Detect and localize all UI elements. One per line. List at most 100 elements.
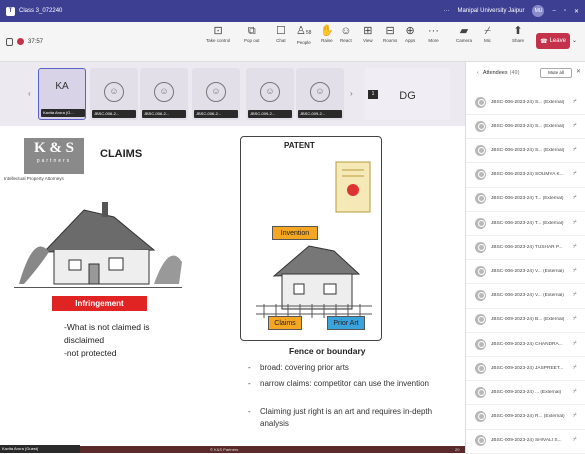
view-button[interactable]: ⊞ View bbox=[363, 25, 373, 43]
person-icon: ☺ bbox=[206, 82, 226, 102]
chevron-left-icon[interactable]: ‹ bbox=[28, 89, 31, 98]
view-label: View bbox=[363, 38, 373, 43]
mic-off-icon: ⌿ bbox=[484, 25, 491, 37]
attendee-name: JBSC-009-2023-24) R... (External) bbox=[491, 414, 565, 420]
attendee-row[interactable]: JBSC-009-2023-24) SHIVALI S... ⌿ bbox=[466, 429, 585, 454]
rooms-icon: ⊟ bbox=[385, 25, 395, 37]
rooms-label: Rooms bbox=[383, 38, 398, 43]
participant-tile[interactable]: ☺ JBSC-006-2... bbox=[140, 68, 188, 120]
chevron-down-icon[interactable]: ⌄ bbox=[572, 37, 577, 44]
participant-tile-dg[interactable]: DG 1 bbox=[365, 68, 450, 120]
bullet-item: - Claiming just right is an art and requi… bbox=[248, 406, 448, 430]
take-control-label: Take control bbox=[206, 38, 231, 43]
recording-indicator: 37:57 bbox=[6, 37, 43, 46]
participant-tile[interactable]: ☺ JBSC-009-2... bbox=[296, 68, 344, 120]
record-icon bbox=[17, 38, 24, 45]
attendee-name: JBSC-009-2023-24) SHIVALI S... bbox=[491, 438, 562, 444]
person-icon bbox=[475, 217, 486, 229]
chevron-right-icon[interactable]: › bbox=[350, 89, 353, 98]
person-icon bbox=[475, 241, 486, 253]
person-icon bbox=[475, 386, 486, 398]
window-title-text: Class 3_072240 bbox=[19, 8, 63, 14]
attendee-row[interactable]: JBSC-006-2023-24) V... (External) ⌿ bbox=[466, 284, 585, 309]
close-button[interactable]: ✕ bbox=[574, 8, 579, 15]
attendee-row[interactable]: JBSC-006-2023-24) SOUMYA K... ⌿ bbox=[466, 163, 585, 188]
phone-icon: ☎ bbox=[540, 38, 548, 45]
attendee-row[interactable]: JBSC-006-2023-24) V... (External) ⌿ bbox=[466, 259, 585, 285]
minimize-button[interactable]: – bbox=[552, 8, 555, 14]
patent-house-icon bbox=[256, 245, 372, 318]
more-label: More bbox=[428, 38, 439, 43]
attendee-row[interactable]: JBSC-009-2023-24) B... (External) ⌿ bbox=[466, 308, 585, 333]
apps-button[interactable]: ⊕ Apps bbox=[405, 25, 415, 43]
org-name[interactable]: Manipal University Jaipur bbox=[457, 8, 524, 14]
attendee-name: JBSC-006-2023-24) V... (External) bbox=[491, 268, 564, 274]
mic-off-icon: ⌿ bbox=[573, 243, 577, 250]
chevron-left-icon[interactable]: ‹ bbox=[477, 70, 479, 76]
camera-button[interactable]: ▰ Camera bbox=[456, 25, 472, 43]
apps-label: Apps bbox=[405, 38, 416, 43]
chat-button[interactable]: ☐ Chat bbox=[276, 25, 286, 43]
person-icon bbox=[475, 290, 486, 302]
attendee-name: JBSC-009-2023-24) ... (External) bbox=[491, 389, 562, 395]
shield-icon bbox=[6, 37, 13, 46]
teams-icon: T bbox=[6, 6, 15, 16]
close-icon[interactable]: ✕ bbox=[576, 68, 581, 75]
attendee-row[interactable]: JBSC-006-2023-24) T... (External) ⌿ bbox=[466, 187, 585, 212]
attendee-name: JBSC-009-2023-24) B... (External) bbox=[491, 317, 565, 323]
bullet-text: Claiming just right is an art and requir… bbox=[260, 407, 433, 428]
attendee-name: JBSC-006-2023-24) SOUMYA K... bbox=[491, 172, 564, 178]
raise-hand-button[interactable]: ✋ Raise bbox=[320, 25, 334, 43]
hand-icon: ✋ bbox=[320, 25, 334, 37]
prior-art-callout: Prior Art bbox=[327, 316, 365, 330]
participant-tile[interactable]: ☺ JBSC-009-2... bbox=[246, 68, 294, 120]
share-button[interactable]: ⬆ Share bbox=[512, 25, 524, 43]
share-icon: ⬆ bbox=[513, 25, 523, 37]
take-control-icon: ⊡ bbox=[213, 25, 223, 37]
people-button[interactable]: ♙58 People bbox=[296, 25, 311, 45]
participant-tile[interactable]: ☺ JBSC-006-2... bbox=[90, 68, 138, 120]
attendee-row[interactable]: JBSC-006-2023-24) S... (External) ⌿ bbox=[466, 90, 585, 115]
attendee-name: JBSC-006-2023-24) S... (External) bbox=[491, 123, 565, 129]
attendee-row[interactable]: JBSC-006-2023-24) S... (External) ⌿ bbox=[466, 138, 585, 164]
fence-title: Fence or boundary bbox=[289, 346, 366, 356]
leave-button[interactable]: ☎ Leave bbox=[536, 33, 570, 49]
take-control-button[interactable]: ⊡ Take control bbox=[206, 25, 230, 43]
more-icon[interactable]: ··· bbox=[443, 8, 449, 14]
meeting-toolbar: 37:57 ⊡ Take control ⧉ Pop out ☐ Chat ♙58 Pe… bbox=[0, 22, 585, 62]
rooms-button[interactable]: ⊟ Rooms bbox=[383, 25, 397, 43]
attendee-row[interactable]: JBSC-009-2023-24) CHANDRA... ⌿ bbox=[466, 332, 585, 357]
video-strip: ‹ KA Kavita Arora (G... ☺ JBSC-006-2... … bbox=[0, 62, 465, 126]
attendee-name: JBSC-006-2023-24) T... (External) bbox=[491, 220, 564, 226]
person-icon bbox=[475, 411, 486, 423]
people-count: 58 bbox=[305, 30, 312, 36]
mute-all-button[interactable]: Mute all bbox=[540, 68, 572, 78]
attendee-name: JBSC-006-2023-24) V... (External) bbox=[491, 293, 564, 299]
attendee-row[interactable]: JBSC-009-2023-24) ... (External) ⌿ bbox=[466, 380, 585, 406]
share-label: Share bbox=[512, 38, 525, 43]
react-button[interactable]: ☺ React bbox=[340, 25, 352, 43]
leave-label: Leave bbox=[549, 38, 566, 44]
attendee-row[interactable]: JBSC-009-2023-24) R... (External) ⌿ bbox=[466, 405, 585, 430]
participant-tile[interactable]: ☺ JBSC-006-2... bbox=[192, 68, 240, 120]
attendee-name: JBSC-006-2023-24) S... (External) bbox=[491, 99, 565, 105]
attendee-name: JBSC-006-2023-24) TUSHAR P... bbox=[491, 244, 563, 250]
mic-off-icon: ⌿ bbox=[573, 437, 577, 444]
shared-slide: K & S partners Intellectual Property Att… bbox=[0, 126, 465, 446]
person-icon bbox=[475, 314, 486, 326]
attendee-name: JBSC-009-2023-24) JASPREET... bbox=[491, 365, 564, 371]
left-text-line: -What is not claimed is bbox=[64, 322, 150, 332]
attendee-row[interactable]: JBSC-009-2023-24) JASPREET... ⌿ bbox=[466, 356, 585, 382]
mic-off-icon: ⌿ bbox=[573, 364, 577, 371]
pop-out-button[interactable]: ⧉ Pop out bbox=[244, 25, 260, 43]
attendee-row[interactable]: JBSC-006-2023-24) T... (External) ⌿ bbox=[466, 211, 585, 236]
more-button[interactable]: ··· More bbox=[428, 25, 439, 43]
avatar[interactable]: MU bbox=[532, 5, 545, 17]
panel-title: Attendees bbox=[482, 70, 508, 76]
bullet-text: narrow claims: competitor can use the in… bbox=[260, 379, 429, 388]
participant-tile[interactable]: KA Kavita Arora (G... bbox=[38, 68, 86, 120]
attendee-row[interactable]: JBSC-006-2023-24) S... (External) ⌿ bbox=[466, 114, 585, 140]
mic-button[interactable]: ⌿ Mic bbox=[484, 25, 491, 43]
maximize-button[interactable]: ▫ bbox=[564, 8, 566, 14]
attendee-row[interactable]: JBSC-006-2023-24) TUSHAR P... ⌿ bbox=[466, 235, 585, 261]
